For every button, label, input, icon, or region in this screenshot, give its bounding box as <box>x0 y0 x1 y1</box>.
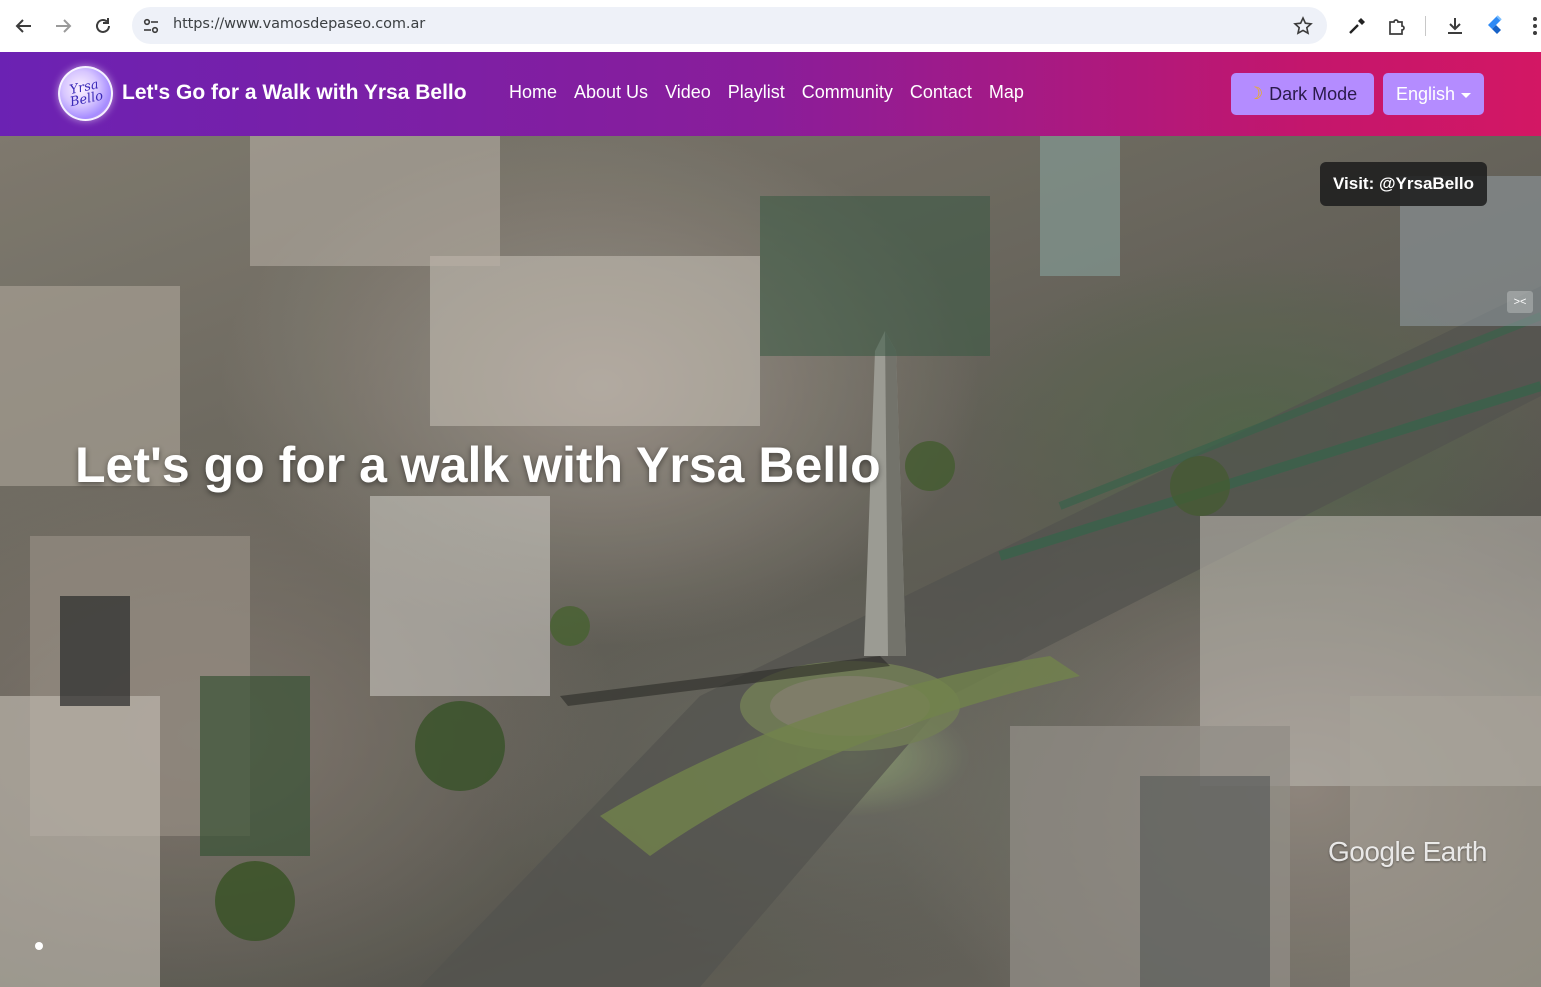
back-icon[interactable] <box>10 12 38 40</box>
site-navbar: Yrsa Bello Let's Go for a Walk with Yrsa… <box>0 52 1541 136</box>
dark-mode-label: Dark Mode <box>1269 83 1358 104</box>
site-info-icon[interactable] <box>142 17 160 35</box>
browser-toolbar: https://www.vamosdepaseo.com.ar <box>0 0 1541 52</box>
dark-mode-button[interactable]: ☽ Dark Mode <box>1231 73 1374 115</box>
forward-icon[interactable] <box>49 12 77 40</box>
reload-icon[interactable] <box>89 12 117 40</box>
nav-link-contact[interactable]: Contact <box>910 82 972 103</box>
kebab-menu-icon[interactable] <box>1523 14 1541 38</box>
language-label: English <box>1395 83 1456 104</box>
aerial-city-image <box>0 136 1541 987</box>
nav-links: Home About Us Video Playlist Community C… <box>509 82 1041 103</box>
google-earth-watermark: Google Earth <box>1328 836 1488 867</box>
brand-logo[interactable]: Yrsa Bello <box>58 66 113 121</box>
bookmark-star-icon[interactable] <box>1293 16 1313 36</box>
brand-title[interactable]: Let's Go for a Walk with Yrsa Bello <box>122 81 467 105</box>
toolbar-separator <box>1425 16 1426 36</box>
nav-link-about-us[interactable]: About Us <box>574 82 648 103</box>
language-dropdown[interactable]: English <box>1383 73 1484 115</box>
visit-badge[interactable]: Visit: @YrsaBello <box>1320 162 1487 206</box>
download-icon[interactable] <box>1443 14 1467 38</box>
address-bar[interactable]: https://www.vamosdepaseo.com.ar <box>132 7 1327 44</box>
logo-text: Yrsa Bello <box>68 76 105 110</box>
nav-link-community[interactable]: Community <box>802 82 893 103</box>
extensions-icon[interactable] <box>1385 14 1409 38</box>
nav-link-playlist[interactable]: Playlist <box>728 82 785 103</box>
moon-icon: ☽ <box>1247 84 1264 103</box>
caret-down-icon <box>1461 92 1472 98</box>
hero-video[interactable]: Let's go for a walk with Yrsa Bello Visi… <box>0 136 1541 987</box>
nav-link-map[interactable]: Map <box>989 82 1024 103</box>
expand-icon[interactable]: >< <box>1507 291 1533 313</box>
nav-link-video[interactable]: Video <box>665 82 711 103</box>
slide-indicator-dot[interactable] <box>35 942 43 950</box>
eyedropper-icon[interactable] <box>1345 14 1369 38</box>
nav-link-home[interactable]: Home <box>509 82 557 103</box>
hero-title: Let's go for a walk with Yrsa Bello <box>75 437 881 493</box>
extension-app-icon[interactable] <box>1483 14 1507 38</box>
url-text[interactable]: https://www.vamosdepaseo.com.ar <box>173 16 425 32</box>
